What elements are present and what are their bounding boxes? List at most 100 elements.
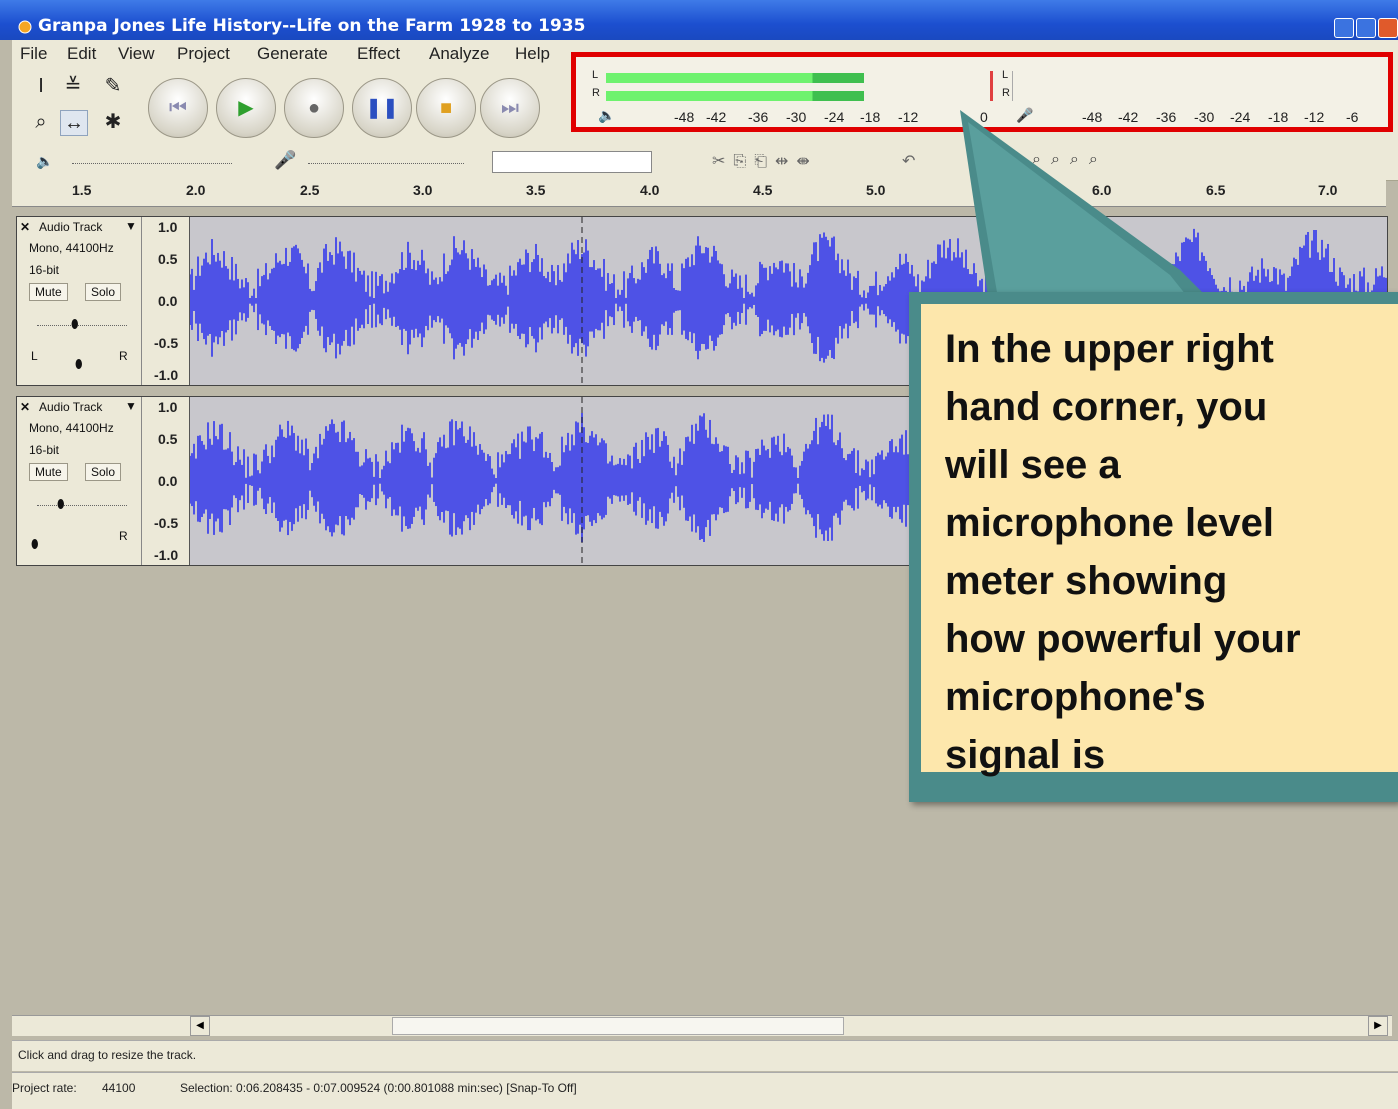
ruler-tick: 7.0 <box>1318 182 1338 198</box>
track-close-icon[interactable]: ✕ <box>20 400 30 414</box>
scale-tick: 0.0 <box>158 293 178 309</box>
record-meter-left-label: L <box>1002 69 1009 81</box>
playback-tick: -12 <box>898 109 919 125</box>
scale-tick: 0.0 <box>158 473 178 489</box>
close-button[interactable] <box>1378 18 1398 38</box>
track-menu-chevron-icon[interactable]: ▼ <box>125 399 137 413</box>
window-titlebar[interactable]: Granpa Jones Life History--Life on the F… <box>0 0 1398 40</box>
timeshift-tool-icon[interactable]: ↔ <box>60 110 88 136</box>
meter-right-label: R <box>592 87 600 99</box>
skip-start-button[interactable]: ⏮ <box>148 78 208 138</box>
pan-slider-thumb[interactable]: ⬮ <box>31 537 39 552</box>
playback-tick: -36 <box>748 109 769 125</box>
minimize-button[interactable] <box>1334 18 1354 38</box>
pause-button[interactable]: ❚❚ <box>352 78 412 138</box>
mic-volume-icon: 🎤 <box>274 150 297 170</box>
mute-button[interactable]: Mute <box>29 283 68 301</box>
volume-icon: 🔈 <box>36 153 54 169</box>
record-volume-slider[interactable] <box>308 163 464 164</box>
ruler-tick: 3.0 <box>413 182 433 198</box>
pan-slider-thumb[interactable]: ⬮ <box>75 357 83 372</box>
input-source-select[interactable] <box>492 151 652 173</box>
window-title: Granpa Jones Life History--Life on the F… <box>38 16 586 36</box>
pan-right-label: R <box>119 529 128 543</box>
gain-slider[interactable] <box>37 505 127 506</box>
play-button[interactable]: ▶ <box>216 78 276 138</box>
scale-tick: 1.0 <box>158 219 178 235</box>
track-menu-chevron-icon[interactable]: ▼ <box>125 219 137 233</box>
app-icon <box>18 20 32 34</box>
menu-view[interactable]: View <box>118 44 155 64</box>
skip-end-button[interactable]: ⏭ <box>480 78 540 138</box>
solo-button[interactable]: Solo <box>85 463 122 481</box>
callout-text: In the upper right hand corner, you will… <box>945 327 1301 777</box>
playback-tick: -42 <box>706 109 727 125</box>
horizontal-scrollbar[interactable]: ◀ ▶ <box>12 1015 1392 1036</box>
scroll-left-icon[interactable]: ◀ <box>190 1016 210 1036</box>
menu-effect[interactable]: Effect <box>357 44 400 64</box>
envelope-tool-icon[interactable]: ≚ <box>60 74 86 98</box>
track-format: Mono, 44100Hz <box>29 241 114 255</box>
menu-analyze[interactable]: Analyze <box>429 44 489 64</box>
speaker-icon[interactable]: 🔈 <box>598 107 615 124</box>
ruler-tick: 4.5 <box>753 182 773 198</box>
ruler-tick: 5.0 <box>866 182 886 198</box>
record-tick: -24 <box>1230 109 1251 125</box>
scale-tick: -1.0 <box>154 547 179 563</box>
record-tick: -18 <box>1268 109 1289 125</box>
amplitude-scale: 1.0 0.5 0.0 -0.5 -1.0 <box>142 217 190 385</box>
amplitude-scale: 1.0 0.5 0.0 -0.5 -1.0 <box>142 397 190 565</box>
ruler-tick: 2.5 <box>300 182 320 198</box>
track-control-panel: ✕ Audio Track ▼ Mono, 44100Hz 16-bit Mut… <box>17 397 142 565</box>
draw-tool-icon[interactable]: ✎ <box>100 74 126 98</box>
menu-edit[interactable]: Edit <box>67 44 96 64</box>
menu-file[interactable]: File <box>20 44 47 64</box>
gain-slider-thumb[interactable]: ⬮ <box>71 317 79 332</box>
playback-tick: -30 <box>786 109 807 125</box>
selection-tool-icon[interactable]: I <box>28 74 54 98</box>
track-close-icon[interactable]: ✕ <box>20 220 30 234</box>
record-tick: -12 <box>1304 109 1325 125</box>
playback-tick: -18 <box>860 109 881 125</box>
menu-help[interactable]: Help <box>515 44 550 64</box>
stop-button[interactable]: ■ <box>416 78 476 138</box>
status-selection-bar: Project rate: 44100 Selection: 0:06.2084… <box>12 1072 1398 1109</box>
scale-tick: 0.5 <box>158 251 178 267</box>
edit-icons[interactable]: ✂⎘⎗⇹⇼ <box>712 151 818 171</box>
mute-button[interactable]: Mute <box>29 463 68 481</box>
gain-slider[interactable] <box>37 325 127 326</box>
record-meter <box>1012 71 1389 101</box>
menu-project[interactable]: Project <box>177 44 230 64</box>
scroll-thumb[interactable] <box>392 1017 844 1035</box>
scale-tick: -0.5 <box>154 335 179 351</box>
scroll-right-icon[interactable]: ▶ <box>1368 1016 1388 1036</box>
track-bitdepth: 16-bit <box>29 443 60 457</box>
meter-peak-marker <box>990 71 993 101</box>
scale-tick: 0.5 <box>158 431 178 447</box>
playback-volume-slider[interactable] <box>72 163 232 164</box>
project-rate-value[interactable]: 44100 <box>102 1081 135 1095</box>
record-tick: -6 <box>1346 109 1359 125</box>
menu-generate[interactable]: Generate <box>257 44 328 64</box>
status-hint-bar: Click and drag to resize the track. <box>12 1040 1398 1071</box>
record-button[interactable]: ● <box>284 78 344 138</box>
meter-left-label: L <box>592 69 599 81</box>
track-name[interactable]: Audio Track <box>39 400 102 414</box>
pan-right-label: R <box>119 349 128 363</box>
maximize-button[interactable] <box>1356 18 1376 38</box>
playback-tick: -24 <box>824 109 845 125</box>
scale-tick: -0.5 <box>154 515 179 531</box>
track-name[interactable]: Audio Track <box>39 220 102 234</box>
status-hint: Click and drag to resize the track. <box>18 1048 197 1062</box>
zoom-tool-icon[interactable]: ⌕ <box>28 110 54 134</box>
solo-button[interactable]: Solo <box>85 283 122 301</box>
playback-meter-right <box>606 91 865 101</box>
scale-tick: -1.0 <box>154 367 179 383</box>
playback-tick: -48 <box>674 109 695 125</box>
project-rate-label: Project rate: <box>12 1081 77 1095</box>
undo-icon[interactable]: ↶ <box>902 151 915 171</box>
ruler-tick: 2.0 <box>186 182 206 198</box>
gain-slider-thumb[interactable]: ⬮ <box>57 497 65 512</box>
ruler-tick: 3.5 <box>526 182 546 198</box>
multi-tool-icon[interactable]: ✱ <box>100 110 126 134</box>
